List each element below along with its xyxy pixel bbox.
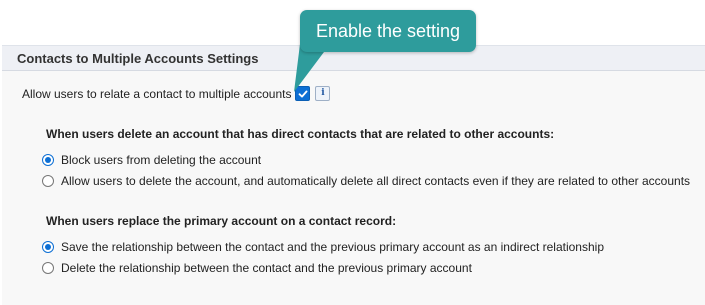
block-delete-option[interactable]: Block users from deleting the account <box>42 153 261 167</box>
section-title: Contacts to Multiple Accounts Settings <box>17 51 259 66</box>
delete-relationship-label: Delete the relationship between the cont… <box>61 261 472 275</box>
replace-primary-heading: When users replace the primary account o… <box>46 214 397 228</box>
callout-text: Enable the setting <box>315 20 461 41</box>
block-delete-label: Block users from deleting the account <box>61 153 262 167</box>
allow-delete-label: Allow users to delete the account, and a… <box>61 174 691 188</box>
delete-account-heading: When users delete an account that has di… <box>46 127 555 141</box>
block-delete-radio[interactable] <box>42 154 54 166</box>
save-relationship-label: Save the relationship between the contac… <box>61 240 604 254</box>
allow-delete-radio[interactable] <box>42 175 54 187</box>
settings-panel: Contacts to Multiple Accounts Settings A… <box>2 45 705 305</box>
delete-relationship-radio[interactable] <box>42 262 54 274</box>
screenshot-stage: Contacts to Multiple Accounts Settings A… <box>0 0 705 305</box>
callout-bubble: Enable the setting <box>300 10 476 52</box>
delete-relationship-option[interactable]: Delete the relationship between the cont… <box>42 261 472 275</box>
allow-multiple-accounts-row: Allow users to relate a contact to multi… <box>22 86 331 101</box>
save-relationship-option[interactable]: Save the relationship between the contac… <box>42 240 604 254</box>
allow-delete-option[interactable]: Allow users to delete the account, and a… <box>42 174 690 188</box>
allow-multiple-accounts-label: Allow users to relate a contact to multi… <box>22 86 292 101</box>
save-relationship-radio[interactable] <box>42 241 54 253</box>
